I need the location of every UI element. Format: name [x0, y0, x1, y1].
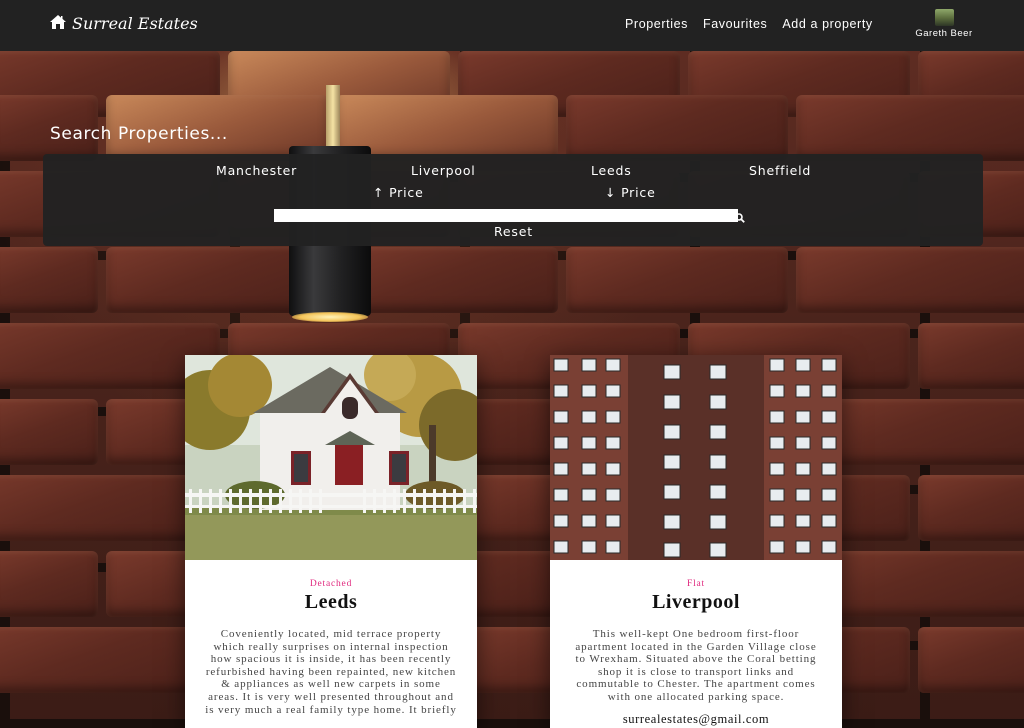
property-card-leeds[interactable]: Detached Leeds Coveniently located, mid … — [185, 355, 477, 728]
search-panel: Manchester Liverpool Leeds Sheffield ↑ P… — [43, 154, 983, 246]
arrow-down-icon: ↓ — [605, 185, 617, 200]
brand-link[interactable]: Surreal Estates — [50, 14, 198, 33]
property-photo-house — [185, 355, 477, 560]
property-card-liverpool[interactable]: Flat Liverpool This well-kept One bedroo… — [550, 355, 842, 728]
city-filter-liverpool[interactable]: Liverpool — [411, 163, 476, 178]
arrow-up-icon: ↑ — [373, 185, 385, 200]
navbar: Surreal Estates Properties Favourites Ad… — [0, 0, 1024, 51]
city-filter-manchester[interactable]: Manchester — [216, 163, 297, 178]
lamp-glow — [292, 312, 368, 322]
property-description: Coveniently located, mid terrace propert… — [205, 628, 457, 716]
property-photo-flats — [550, 355, 842, 560]
property-city: Leeds — [304, 591, 358, 613]
search-icon — [735, 213, 745, 223]
nav-links: Properties Favourites Add a property — [625, 17, 873, 31]
brick-wall-background — [0, 51, 1024, 728]
contact-email[interactable]: surrealestates@gmail.com — [550, 712, 842, 727]
sort-descending-label: Price — [621, 185, 656, 200]
property-type: Flat — [687, 579, 705, 589]
property-description: This well-kept One bedroom first-floor a… — [575, 628, 817, 703]
property-type: Detached — [309, 579, 353, 589]
search-button[interactable] — [735, 208, 747, 223]
sort-ascending-label: Price — [389, 185, 424, 200]
city-filter-sheffield[interactable]: Sheffield — [749, 163, 811, 178]
city-filter-leeds[interactable]: Leeds — [591, 163, 632, 178]
lamp-stem — [326, 85, 340, 147]
brand-name: Surreal Estates — [72, 14, 198, 33]
sort-price-descending[interactable]: ↓ Price — [605, 185, 656, 200]
search-input[interactable] — [274, 209, 738, 222]
property-city: Liverpool — [652, 591, 740, 613]
sort-price-ascending[interactable]: ↑ Price — [373, 185, 424, 200]
user-menu[interactable]: Gareth Beer — [908, 9, 980, 39]
nav-link-add-property[interactable]: Add a property — [782, 17, 872, 31]
user-name: Gareth Beer — [915, 28, 973, 39]
avatar — [934, 9, 954, 26]
search-title: Search Properties... — [50, 124, 228, 144]
reset-button[interactable]: Reset — [494, 224, 533, 239]
home-icon — [50, 14, 66, 33]
nav-link-favourites[interactable]: Favourites — [703, 17, 767, 31]
nav-link-properties[interactable]: Properties — [625, 17, 688, 31]
